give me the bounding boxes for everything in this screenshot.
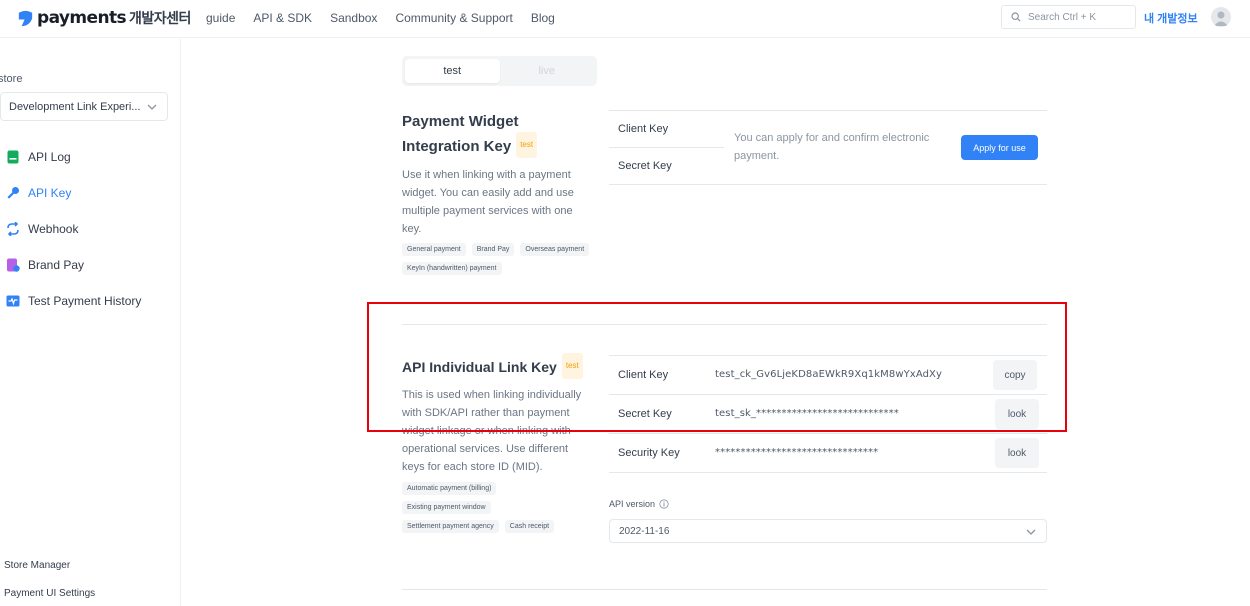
search-box[interactable]	[1001, 5, 1136, 29]
webhook-icon	[7, 222, 19, 236]
sidebar-item-label: Brand Pay	[28, 258, 85, 272]
sidebar-item-label: API Log	[28, 150, 71, 164]
sidebar-item-label: API Key	[28, 186, 72, 200]
test-badge: test	[516, 132, 538, 158]
chip: Settlement payment agency	[402, 520, 499, 533]
sidebar-item-label: Test Payment History	[28, 294, 142, 308]
api-version-label: API version	[609, 499, 669, 509]
info-icon[interactable]	[659, 499, 669, 509]
sidebar-link-payment-ui-settings[interactable]: Payment UI Settings	[4, 588, 95, 599]
apply-for-use-button[interactable]: Apply for use	[961, 135, 1038, 160]
nav-links: guide API & SDK Sandbox Community & Supp…	[206, 11, 573, 25]
search-input[interactable]	[1028, 11, 1128, 23]
widget-title-line2: Integration Key	[402, 137, 512, 155]
divider	[609, 433, 1047, 434]
api-version-select[interactable]: 2022-11-16	[609, 519, 1047, 543]
nav-link-sandbox[interactable]: Sandbox	[330, 11, 377, 25]
widget-secret-key-label: Secret Key	[618, 160, 672, 172]
payments-logo-icon	[18, 10, 33, 26]
logo[interactable]: payments 개발자센터	[16, 8, 191, 28]
sidebar-menu: API Log API Key Webhook Brand Pay Test P…	[6, 139, 141, 319]
widget-chips: General payment Brand Pay Overseas payme…	[402, 243, 602, 281]
nav-link-api-sdk[interactable]: API & SDK	[253, 11, 312, 25]
divider	[609, 147, 724, 148]
mode-toggle-test[interactable]: test	[405, 59, 500, 83]
sidebar-item-label: Webhook	[28, 222, 79, 236]
sidebar-item-brand-pay[interactable]: Brand Pay	[6, 247, 141, 283]
my-dev-info-link[interactable]: 내 개발정보	[1144, 10, 1198, 26]
divider	[609, 184, 1047, 185]
api-section-title-text: API Individual Link Key	[402, 359, 557, 375]
widget-section-description: Use it when linking with a payment widge…	[402, 169, 574, 235]
chevron-down-icon	[147, 104, 157, 110]
sidebar-item-test-payment-history[interactable]: Test Payment History	[6, 283, 141, 319]
sidebar-item-api-log[interactable]: API Log	[6, 139, 141, 175]
api-section-title: API Individual Link Key test	[402, 353, 583, 381]
widget-client-key-label: Client Key	[618, 123, 669, 135]
search-icon	[1011, 12, 1021, 22]
secret-key-value: test_sk_****************************	[715, 408, 899, 419]
chip: Existing payment window	[402, 501, 491, 514]
section-divider	[402, 589, 1047, 590]
chip: Cash receipt	[504, 520, 555, 533]
chevron-down-icon	[1026, 529, 1036, 535]
brand-name: payments	[37, 8, 127, 28]
brand-pay-icon	[7, 258, 20, 272]
divider	[609, 355, 1047, 356]
section-divider	[402, 324, 1047, 325]
look-secret-key-button[interactable]: look	[995, 399, 1039, 429]
avatar[interactable]	[1211, 7, 1231, 27]
divider	[609, 110, 1047, 111]
secret-key-label: Secret Key	[618, 408, 672, 420]
security-key-value: ********************************	[715, 447, 879, 458]
mode-toggle: test live	[402, 56, 597, 86]
chip: General payment	[402, 243, 466, 256]
store-select-value: Development Link Experi...	[9, 100, 141, 113]
api-version-label-text: API version	[609, 499, 656, 509]
nav-link-blog[interactable]: Blog	[531, 11, 555, 25]
sidebar-item-api-key[interactable]: API Key	[6, 175, 141, 211]
sidebar-item-webhook[interactable]: Webhook	[6, 211, 141, 247]
chip: Overseas payment	[520, 243, 590, 256]
payment-history-icon	[6, 295, 20, 307]
chip: KeyIn (handwritten) payment	[402, 262, 502, 275]
sidebar-link-store-manager[interactable]: Store Manager	[4, 560, 70, 571]
nav-link-community[interactable]: Community & Support	[395, 11, 512, 25]
chip: Brand Pay	[471, 243, 515, 256]
copy-client-key-button[interactable]: copy	[993, 360, 1037, 390]
client-key-value: test_ck_Gv6LjeKD8aEWkR9Xq1kM8wYxAdXy	[715, 369, 943, 380]
divider	[609, 394, 1047, 395]
security-key-label: Security Key	[618, 447, 680, 459]
store-label: store	[0, 73, 23, 85]
api-log-icon	[7, 150, 19, 164]
client-key-label: Client Key	[618, 369, 669, 381]
divider	[609, 472, 1047, 473]
chip: Automatic payment (billing)	[402, 482, 497, 495]
widget-section-title: Payment Widget Integration Key test	[402, 110, 538, 160]
api-section-description: This is used when linking individually w…	[402, 389, 582, 473]
widget-title-line1: Payment Widget	[402, 113, 519, 130]
brand-suffix: 개발자센터	[129, 11, 191, 27]
sidebar: store Development Link Experi... API Log…	[0, 39, 181, 606]
nav-link-guide[interactable]: guide	[206, 11, 235, 25]
store-select[interactable]: Development Link Experi...	[0, 92, 168, 121]
top-navigation: payments 개발자센터 guide API & SDK Sandbox C…	[0, 0, 1250, 38]
api-version-value: 2022-11-16	[619, 525, 670, 537]
apply-info-text: You can apply for and confirm electronic…	[734, 132, 930, 162]
mode-toggle-live[interactable]: live	[500, 59, 595, 83]
test-badge: test	[561, 353, 583, 380]
api-chips: Automatic payment (billing) Existing pay…	[402, 482, 582, 539]
key-icon	[7, 187, 19, 199]
user-icon	[1214, 11, 1228, 26]
look-security-key-button[interactable]: look	[995, 438, 1039, 468]
